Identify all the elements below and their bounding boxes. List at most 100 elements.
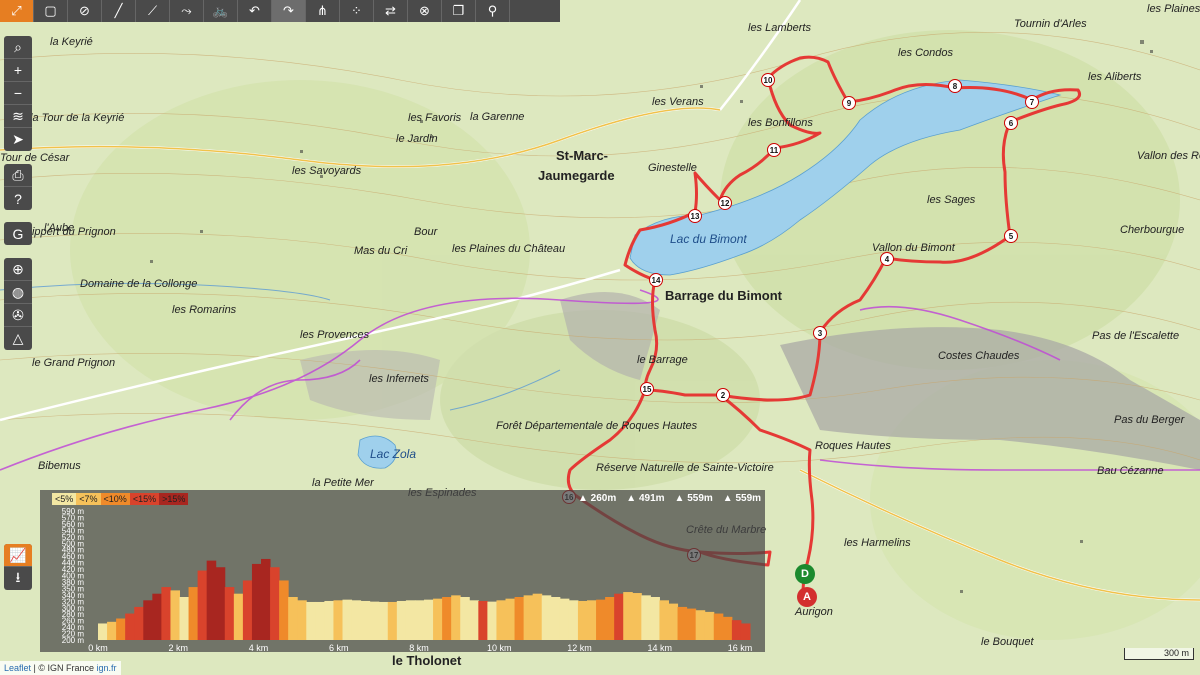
map-label: Pas de l'Escalette [1092,330,1180,342]
chart-button[interactable]: 📈 [4,544,32,567]
map-label: Costes Chaudes [938,350,1020,362]
locate-button[interactable]: ➤ [4,128,32,151]
draw-line-button[interactable]: ╱ [102,0,136,22]
eye-off-icon: ⊘ [79,3,90,18]
zoom-out-icon: − [13,85,23,101]
profile-bar [170,590,180,640]
globe-button[interactable]: ◍ [4,281,32,304]
route-waypoint[interactable]: 5 [1004,229,1018,243]
profile-bar [605,597,615,640]
route-waypoint[interactable]: 14 [649,273,663,287]
undo-button[interactable]: ↶ [238,0,272,22]
profile-bar [650,597,660,640]
profile-bar [451,595,461,640]
profile-bar [134,606,144,640]
map-label: Aurigon [795,606,833,618]
route-waypoint[interactable]: 10 [761,73,775,87]
select-button[interactable]: ▢ [34,0,68,22]
sidebar-group-5: 📈 ⭳ [4,544,32,590]
map-label: le Barrage [637,354,688,366]
map-label: les Sages [927,194,976,206]
profile-x-tick: 10 km [487,643,512,652]
help-button[interactable]: ? [4,187,32,210]
grade-legend-item: <5% [52,493,77,505]
map-label: la Keyrié [50,36,93,48]
map-label: les Plaines du Château [452,243,566,255]
google-button[interactable]: G [4,222,32,245]
map-label: Pas du Berger [1114,414,1185,426]
map-label: le Grand Prignon [32,357,116,369]
route-waypoint[interactable]: 8 [948,79,962,93]
swap-button[interactable]: ⇄ [374,0,408,22]
profile-x-tick: 2 km [168,643,188,652]
copy-icon: ❐ [452,3,465,18]
search-button[interactable]: ⌕ [4,36,32,59]
marker-button[interactable]: ⚲ [476,0,510,22]
elevation-stat: ▲ 559m [674,493,713,504]
ign-credit: | © IGN France [33,663,95,673]
bike-button[interactable]: 🚲 [204,0,238,22]
route-waypoint[interactable]: 9 [842,96,856,110]
route-waypoint[interactable]: 11 [767,143,781,157]
profile-bar [740,623,751,640]
profile-bar [215,567,226,640]
route-waypoint[interactable]: 3 [813,326,827,340]
profile-bar [324,600,334,640]
profile-bar [505,598,516,640]
route-waypoint[interactable]: 7 [1025,95,1039,109]
compass-icon: ✇ [12,306,24,323]
draw-polyline-icon: ⟋ [147,3,158,18]
map-label: les Bonfillons [748,117,813,129]
help-icon: ? [14,190,22,207]
route-start-marker[interactable]: D [795,564,815,584]
leaflet-link[interactable]: Leaflet [4,663,31,673]
elevation-stat: ▲ 559m [722,493,762,504]
route-waypoint[interactable]: 6 [1004,116,1018,130]
layers-button[interactable]: ≋ [4,105,32,128]
print-button[interactable]: ⎙ [4,164,32,187]
route-waypoint[interactable]: 2 [716,388,730,402]
profile-x-tick: 14 km [647,643,672,652]
profile-bar [487,601,497,640]
route-waypoint[interactable]: 12 [718,196,732,210]
ign-link[interactable]: ign.fr [97,663,117,673]
nodes-button[interactable]: ⁘ [340,0,374,22]
map-label: Ginestelle [648,162,697,174]
map-label: les Harmelins [844,537,911,549]
profile-bar [152,593,162,640]
draw-polyline-button[interactable]: ⟋ [136,0,170,22]
sidebar-group-2: ⎙? [4,164,32,210]
route-button[interactable]: ⤳ [170,0,204,22]
download-button[interactable]: ⭳ [4,567,32,590]
profile-bar [514,597,525,640]
map-label: Forêt Départementale de Roques Hautes [496,420,698,432]
terrain-button[interactable]: △ [4,327,32,350]
elevation-profile-chart[interactable]: 590 m570 m560 m540 m520 m500 m480 m460 m… [40,505,765,652]
redo-button[interactable]: ↷ [272,0,306,22]
crosshair-button[interactable]: ⊕ [4,258,32,281]
profile-bar [469,600,479,640]
profile-bar [107,621,117,640]
route-icon: ⤳ [181,3,192,18]
route-waypoint[interactable]: 4 [880,252,894,266]
terrain-icon: △ [12,330,24,346]
profile-bar [433,598,443,640]
zoom-out-button[interactable]: − [4,82,32,105]
route-end-marker[interactable]: A [797,587,817,607]
route-waypoint[interactable]: 15 [640,382,654,396]
profile-bar [179,597,190,640]
no-route-button[interactable]: ⊗ [408,0,442,22]
eye-off-button[interactable]: ⊘ [68,0,102,22]
profile-bar [695,610,706,640]
route-waypoint[interactable]: 13 [688,209,702,223]
profile-bar [587,600,597,640]
zoom-in-button[interactable]: + [4,59,32,82]
profile-bar [197,570,208,640]
branch-button[interactable]: ⋔ [306,0,340,22]
profile-bar [351,600,362,640]
map-label: Bau Cézanne [1097,465,1164,477]
compass-button[interactable]: ✇ [4,304,32,327]
copy-button[interactable]: ❐ [442,0,476,22]
profile-bar [396,600,407,640]
fullscreen-button[interactable]: ⤢ [0,0,34,22]
